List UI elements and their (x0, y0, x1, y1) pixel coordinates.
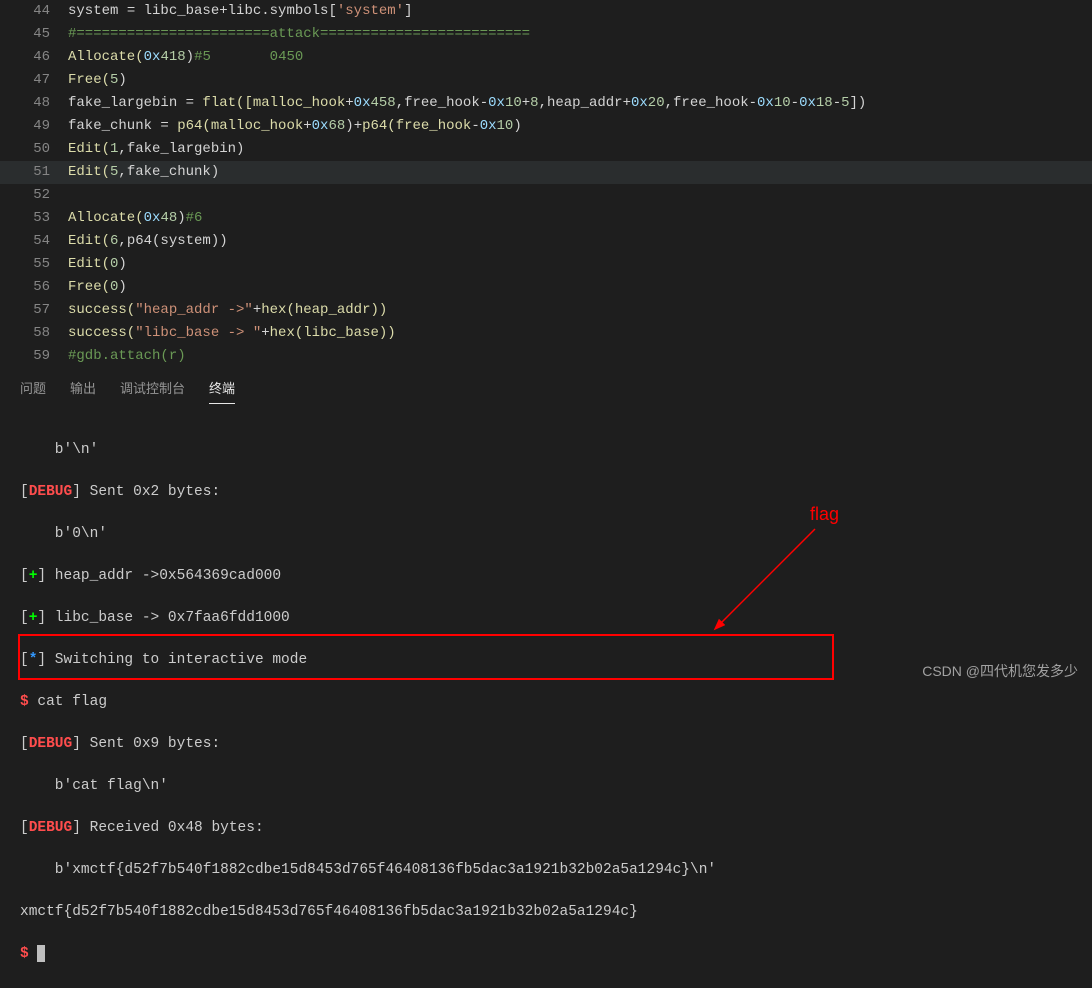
terminal-line: $ cat flag (20, 692, 1072, 713)
watermark: CSDN @四代机您发多少 (922, 661, 1078, 681)
terminal-line: [*] Switching to interactive mode (20, 650, 1072, 671)
terminal-line: xmctf{d52f7b540f1882cdbe15d8453d765f4640… (20, 902, 1072, 923)
tab-output[interactable]: 输出 (70, 378, 96, 404)
code-editor: 44system = libc_base+libc.symbols['syste… (0, 0, 1092, 368)
cursor-icon (37, 945, 45, 962)
line-number: 44 (0, 0, 68, 23)
tab-debug-console[interactable]: 调试控制台 (120, 378, 185, 404)
terminal-line: $ (20, 944, 1072, 965)
terminal-line: [DEBUG] Received 0x48 bytes: (20, 818, 1072, 839)
terminal-line: [+] libc_base -> 0x7faa6fdd1000 (20, 608, 1072, 629)
panel-tabs: 问题 输出 调试控制台 终端 (0, 368, 1092, 411)
terminal-line: b'cat flag\n' (20, 776, 1072, 797)
tab-problems[interactable]: 问题 (20, 378, 46, 404)
terminal-line: b'0\n' (20, 524, 1072, 545)
terminal-line: [DEBUG] Sent 0x2 bytes: (20, 482, 1072, 503)
terminal-panel[interactable]: b'\n' [DEBUG] Sent 0x2 bytes: b'0\n' [+]… (0, 411, 1092, 988)
terminal-line: b'xmctf{d52f7b540f1882cdbe15d8453d765f46… (20, 860, 1072, 881)
code-content: system = libc_base+libc.symbols['system'… (68, 0, 1092, 23)
tab-terminal[interactable]: 终端 (209, 378, 235, 404)
terminal-line: [+] heap_addr ->0x564369cad000 (20, 566, 1072, 587)
terminal-line: [DEBUG] Sent 0x9 bytes: (20, 734, 1072, 755)
flag-annotation-label: flag (810, 504, 839, 525)
terminal-line: b'\n' (20, 440, 1072, 461)
